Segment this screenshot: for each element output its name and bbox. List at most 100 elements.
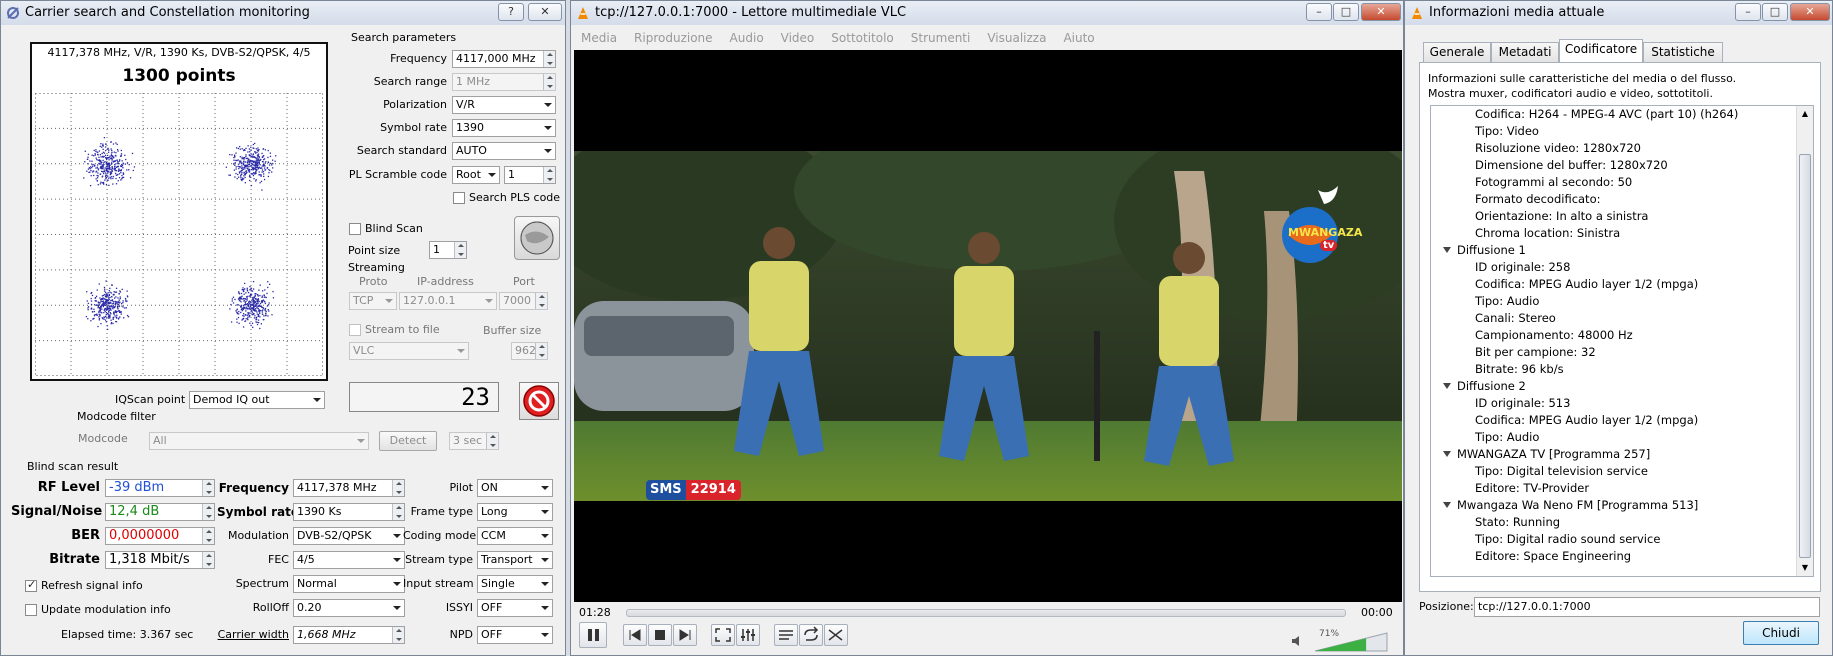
- tree-item[interactable]: Chroma location: Sinistra: [1431, 225, 1795, 242]
- menu-strumenti[interactable]: Strumenti: [911, 31, 971, 45]
- minimize-button[interactable]: –: [1306, 3, 1332, 21]
- tree-item[interactable]: Tipo: Audio: [1431, 293, 1795, 310]
- tree-item[interactable]: Campionamento: 48000 Hz: [1431, 327, 1795, 344]
- shuffle-button[interactable]: [824, 624, 848, 646]
- polarization-select[interactable]: V/R: [452, 96, 556, 114]
- tree-item[interactable]: Tipo: Audio: [1431, 429, 1795, 446]
- frame-type-select[interactable]: Long: [477, 503, 553, 521]
- info-close-button[interactable]: ✕: [1790, 3, 1830, 21]
- tree-item[interactable]: Stato: Running: [1431, 514, 1795, 531]
- playlist-button[interactable]: [774, 624, 798, 646]
- position-field[interactable]: tcp://127.0.0.1:7000: [1474, 597, 1820, 617]
- scroll-up-arrow-icon[interactable]: ▲: [1797, 106, 1813, 122]
- tree-item[interactable]: Editore: TV-Provider: [1431, 480, 1795, 497]
- expand-arrow-icon[interactable]: [1443, 383, 1451, 389]
- tab-generale[interactable]: Generale: [1423, 42, 1491, 62]
- pilot-select[interactable]: ON: [477, 479, 553, 497]
- expand-arrow-icon[interactable]: [1443, 502, 1451, 508]
- tab-metadati[interactable]: Metadati: [1491, 42, 1559, 62]
- tree-item[interactable]: Tipo: Digital television service: [1431, 463, 1795, 480]
- iq-point: [233, 169, 236, 171]
- tree-scrollbar[interactable]: ▲ ▼: [1796, 106, 1813, 576]
- input-stream-select[interactable]: Single: [477, 575, 553, 593]
- carrier-width-label[interactable]: Carrier width: [217, 627, 289, 643]
- video-area[interactable]: SMS 22914 MWANGAZA tv: [574, 50, 1402, 602]
- tree-item[interactable]: MWANGAZA TV [Programma 257]: [1431, 446, 1795, 463]
- tree-item[interactable]: Canali: Stereo: [1431, 310, 1795, 327]
- tree-item[interactable]: Codifica: MPEG Audio layer 1/2 (mpga): [1431, 412, 1795, 429]
- next-button[interactable]: [673, 624, 697, 646]
- scan-image-button[interactable]: [514, 216, 560, 260]
- symbol-rate-select[interactable]: 1390: [452, 119, 556, 137]
- menu-media[interactable]: Media: [581, 31, 617, 45]
- iq-scan-select[interactable]: Demod IQ out: [189, 391, 325, 409]
- menu-aiuto[interactable]: Aiuto: [1063, 31, 1094, 45]
- tree-item[interactable]: Risoluzione video: 1280x720: [1431, 140, 1795, 157]
- search-pls-checkbox[interactable]: [453, 192, 465, 204]
- tree-item[interactable]: ID originale: 513: [1431, 395, 1795, 412]
- info-minimize-button[interactable]: –: [1735, 3, 1761, 21]
- scroll-down-arrow-icon[interactable]: ▼: [1797, 560, 1813, 576]
- stream-type-select[interactable]: Transport: [477, 551, 553, 569]
- tree-item[interactable]: Tipo: Digital radio sound service: [1431, 531, 1795, 548]
- menu-riproduzione[interactable]: Riproduzione: [634, 31, 713, 45]
- update-modulation-checkbox[interactable]: [25, 604, 37, 616]
- stop-playback-button[interactable]: [648, 624, 672, 646]
- tree-item[interactable]: Diffusione 2: [1431, 378, 1795, 395]
- refresh-signal-checkbox[interactable]: [25, 578, 37, 592]
- tree-item[interactable]: Editore: Space Engineering: [1431, 548, 1795, 565]
- expand-arrow-icon[interactable]: [1443, 451, 1451, 457]
- pl-mode-select[interactable]: Root: [452, 166, 500, 184]
- tree-item[interactable]: Tipo: Video: [1431, 123, 1795, 140]
- pl-value-input[interactable]: 1: [504, 166, 556, 184]
- menu-sottotitolo[interactable]: Sottotitolo: [831, 31, 893, 45]
- search-standard-select[interactable]: AUTO: [452, 142, 556, 160]
- modulation-select[interactable]: DVB-S2/QPSK: [293, 527, 405, 545]
- volume-slider[interactable]: [1311, 631, 1391, 653]
- info-maximize-button[interactable]: □: [1762, 3, 1788, 21]
- tab-statistiche[interactable]: Statistiche: [1643, 42, 1723, 62]
- spectrum-select[interactable]: Normal: [293, 575, 405, 593]
- chiudi-button[interactable]: Chiudi: [1743, 621, 1819, 645]
- tree-item[interactable]: Codifica: MPEG Audio layer 1/2 (mpga): [1431, 276, 1795, 293]
- rolloff-select[interactable]: 0.20: [293, 599, 405, 617]
- stop-button[interactable]: [519, 382, 559, 420]
- tree-item[interactable]: Mwangaza Wa Neno FM [Programma 513]: [1431, 497, 1795, 514]
- tree-item[interactable]: ID originale: 258: [1431, 259, 1795, 276]
- fec-select[interactable]: 4/5: [293, 551, 405, 569]
- tree-item[interactable]: Diffusione 1: [1431, 242, 1795, 259]
- help-button[interactable]: ?: [498, 3, 524, 21]
- blind-scan-checkbox[interactable]: [349, 223, 361, 235]
- expand-arrow-icon[interactable]: [1443, 247, 1451, 253]
- tree-item[interactable]: Bit per campione: 32: [1431, 344, 1795, 361]
- tree-item[interactable]: Orientazione: In alto a sinistra: [1431, 208, 1795, 225]
- tree-item[interactable]: Bitrate: 96 kb/s: [1431, 361, 1795, 378]
- speaker-icon[interactable]: [1291, 635, 1305, 647]
- extended-settings-button[interactable]: [736, 624, 760, 646]
- issyi-select[interactable]: OFF: [477, 599, 553, 617]
- loop-button[interactable]: [799, 624, 823, 646]
- npd-select[interactable]: OFF: [477, 626, 553, 644]
- maximize-button[interactable]: □: [1333, 3, 1359, 21]
- seek-bar[interactable]: [626, 609, 1346, 617]
- tree-item[interactable]: Codifica: H264 - MPEG-4 AVC (part 10) (h…: [1431, 106, 1795, 123]
- tree-item[interactable]: Dimensione del buffer: 1280x720: [1431, 157, 1795, 174]
- fullscreen-button[interactable]: [711, 624, 735, 646]
- carrier-titlebar[interactable]: Carrier search and Constellation monitor…: [1, 1, 565, 25]
- menu-audio[interactable]: Audio: [730, 31, 764, 45]
- vlc-close-button[interactable]: ✕: [1361, 3, 1401, 21]
- frequency-input[interactable]: 4117,000 MHz: [452, 50, 556, 68]
- tree-item[interactable]: Fotogrammi al secondo: 50: [1431, 174, 1795, 191]
- tree-item[interactable]: Formato decodificato:: [1431, 191, 1795, 208]
- menu-video[interactable]: Video: [781, 31, 815, 45]
- previous-button[interactable]: [623, 624, 647, 646]
- close-button[interactable]: ✕: [528, 3, 562, 21]
- coding-mode-select[interactable]: CCM: [477, 527, 553, 545]
- scroll-thumb[interactable]: [1799, 154, 1811, 558]
- menu-visualizza[interactable]: Visualizza: [987, 31, 1046, 45]
- vlc-titlebar[interactable]: tcp://127.0.0.1:7000 - Lettore multimedi…: [571, 1, 1403, 25]
- pause-button[interactable]: [579, 622, 607, 648]
- point-size-input[interactable]: 1: [429, 241, 467, 259]
- iq-point: [258, 305, 260, 308]
- tab-codificatore[interactable]: Codificatore: [1559, 39, 1643, 63]
